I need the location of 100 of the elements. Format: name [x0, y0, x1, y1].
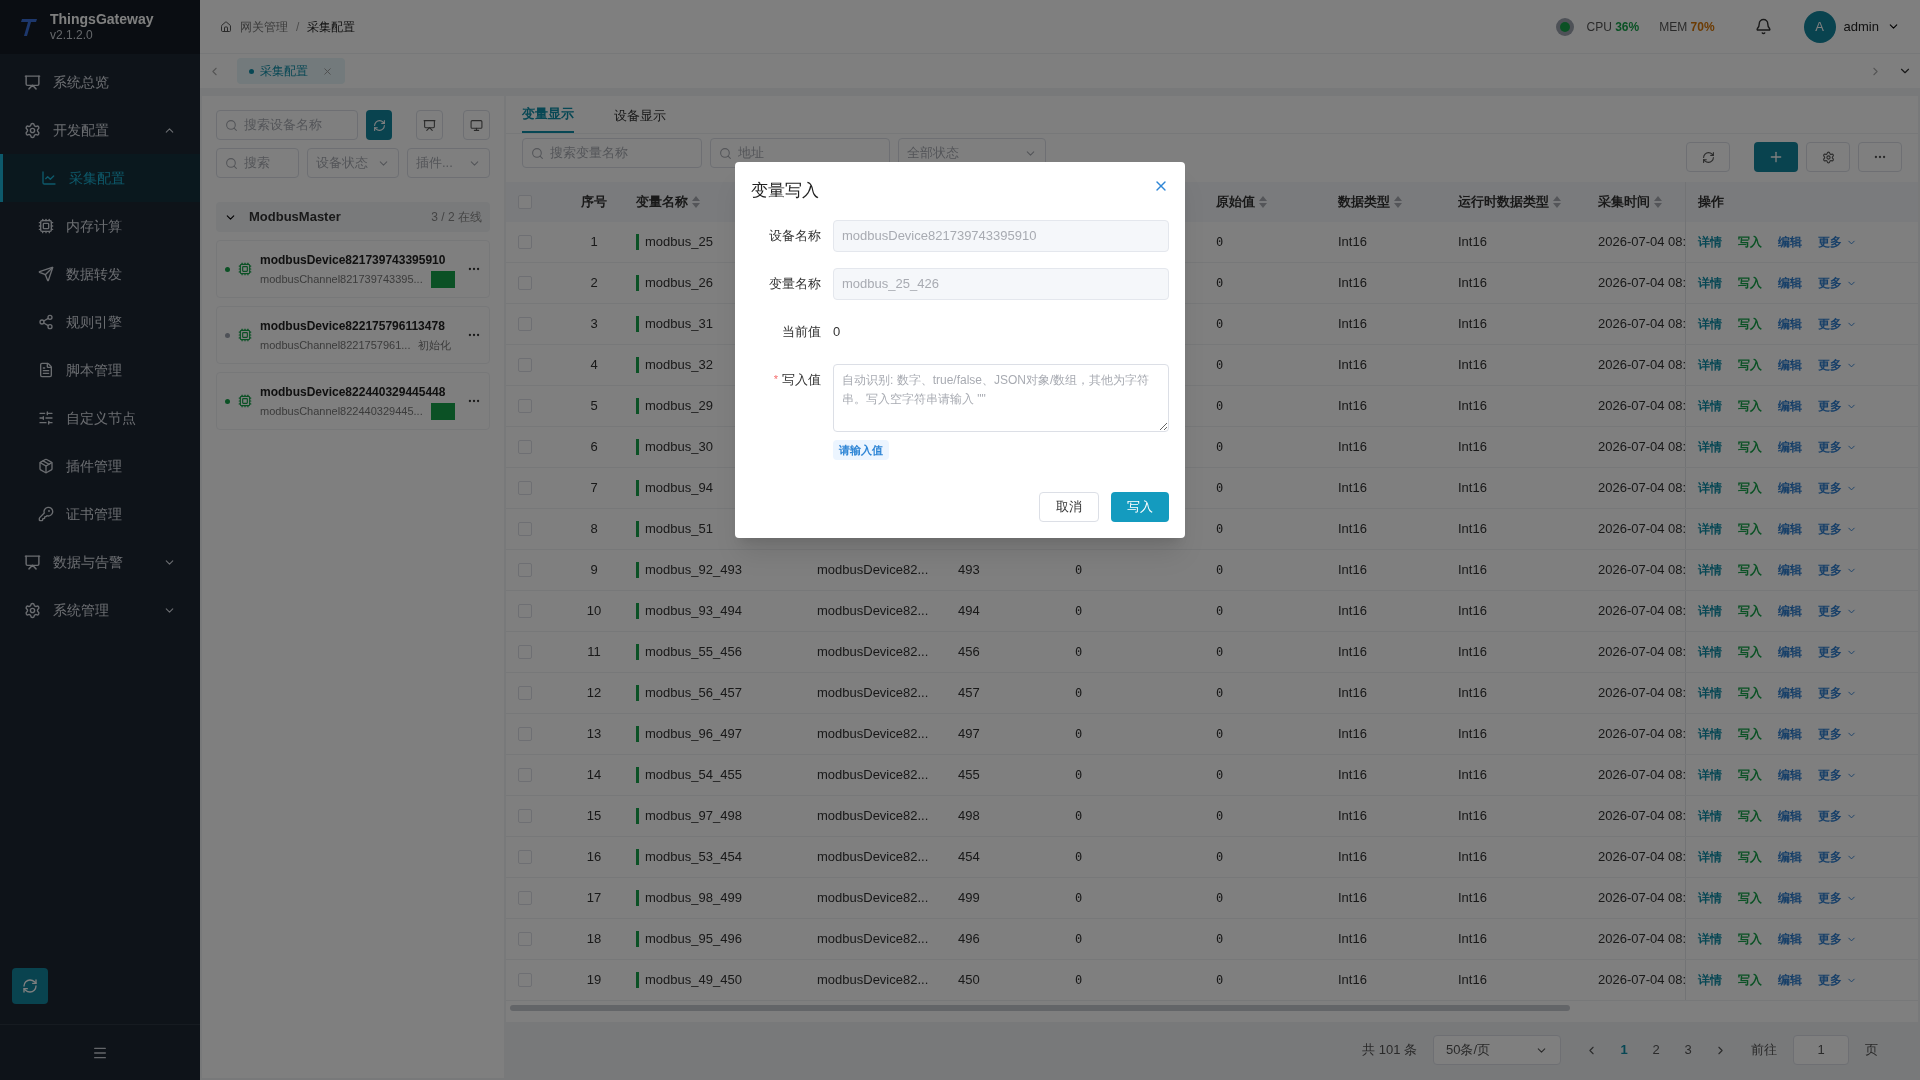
action-link[interactable]: 写入 — [1738, 971, 1762, 989]
sort-icon[interactable] — [1553, 196, 1561, 208]
action-link[interactable]: 详情 — [1698, 889, 1722, 907]
view-tab[interactable]: 设备显示 — [614, 105, 666, 133]
more-button[interactable] — [1858, 142, 1902, 172]
action-link[interactable]: 写入 — [1738, 602, 1762, 620]
page-size-select[interactable]: 50条/页 — [1433, 1035, 1561, 1065]
action-link[interactable]: 编辑 — [1778, 848, 1802, 866]
action-link[interactable]: 编辑 — [1778, 315, 1802, 333]
action-link[interactable]: 更多 — [1818, 766, 1857, 784]
monitor-button[interactable] — [463, 110, 490, 140]
action-link[interactable]: 更多 — [1818, 479, 1857, 497]
action-link[interactable]: 编辑 — [1778, 397, 1802, 415]
action-link[interactable]: 更多 — [1818, 971, 1857, 989]
action-link[interactable]: 详情 — [1698, 930, 1722, 948]
action-link[interactable]: 写入 — [1738, 889, 1762, 907]
menu-item[interactable]: 系统总览 — [0, 58, 200, 106]
action-link[interactable]: 写入 — [1738, 356, 1762, 374]
menu-item[interactable]: 系统管理 — [0, 586, 200, 634]
submenu-item[interactable]: 自定义节点 — [0, 394, 200, 442]
action-link[interactable]: 更多 — [1818, 725, 1857, 743]
action-link[interactable]: 详情 — [1698, 520, 1722, 538]
action-link[interactable]: 更多 — [1818, 233, 1857, 251]
action-link[interactable]: 编辑 — [1778, 725, 1802, 743]
action-link[interactable]: 写入 — [1738, 807, 1762, 825]
cancel-button[interactable]: 取消 — [1039, 492, 1099, 522]
submenu-item[interactable]: 脚本管理 — [0, 346, 200, 394]
action-link[interactable]: 编辑 — [1778, 889, 1802, 907]
action-link[interactable]: 更多 — [1818, 397, 1857, 415]
action-link[interactable]: 详情 — [1698, 684, 1722, 702]
action-link[interactable]: 编辑 — [1778, 602, 1802, 620]
action-link[interactable]: 写入 — [1738, 397, 1762, 415]
action-link[interactable]: 详情 — [1698, 848, 1722, 866]
action-link[interactable]: 编辑 — [1778, 438, 1802, 456]
board-button[interactable] — [416, 110, 444, 140]
action-link[interactable]: 编辑 — [1778, 479, 1802, 497]
action-link[interactable]: 写入 — [1738, 479, 1762, 497]
action-link[interactable]: 写入 — [1738, 233, 1762, 251]
action-link[interactable]: 详情 — [1698, 561, 1722, 579]
refresh-button[interactable] — [365, 110, 393, 140]
page-tab[interactable]: 采集配置 — [237, 58, 345, 84]
action-link[interactable]: 更多 — [1818, 930, 1857, 948]
action-link[interactable]: 编辑 — [1778, 233, 1802, 251]
submenu-item[interactable]: 内存计算 — [0, 202, 200, 250]
action-link[interactable]: 更多 — [1818, 520, 1857, 538]
sort-icon[interactable] — [1259, 196, 1267, 208]
action-link[interactable]: 写入 — [1738, 930, 1762, 948]
settings-button[interactable] — [1806, 142, 1850, 172]
action-link[interactable]: 写入 — [1738, 315, 1762, 333]
submenu-item[interactable]: 数据转发 — [0, 250, 200, 298]
action-link[interactable]: 编辑 — [1778, 807, 1802, 825]
device-card[interactable]: modbusDevice822175796113478 modbusChannel8221757961... 初始化 — [216, 306, 490, 364]
action-link[interactable]: 更多 — [1818, 561, 1857, 579]
action-link[interactable]: 详情 — [1698, 315, 1722, 333]
menu-item[interactable]: 开发配置 — [0, 106, 200, 154]
user-name[interactable]: admin — [1843, 16, 1879, 37]
page-number[interactable]: 2 — [1642, 1040, 1670, 1060]
action-link[interactable]: 更多 — [1818, 602, 1857, 620]
device-card[interactable]: modbusDevice822440329445448 modbusChannel822440329445... — [216, 372, 490, 430]
close-icon[interactable] — [322, 65, 333, 77]
device-card[interactable]: modbusDevice821739743395910 modbusChannel821739743395... — [216, 240, 490, 298]
action-link[interactable]: 更多 — [1818, 684, 1857, 702]
page-number[interactable]: 3 — [1674, 1040, 1702, 1060]
action-link[interactable]: 详情 — [1698, 602, 1722, 620]
action-link[interactable]: 更多 — [1818, 315, 1857, 333]
action-link[interactable]: 详情 — [1698, 479, 1722, 497]
action-link[interactable]: 写入 — [1738, 274, 1762, 292]
action-link[interactable]: 写入 — [1738, 438, 1762, 456]
bell-icon[interactable] — [1754, 18, 1772, 35]
action-link[interactable]: 编辑 — [1778, 520, 1802, 538]
action-link[interactable]: 更多 — [1818, 438, 1857, 456]
breadcrumb-item[interactable]: 采集配置 — [307, 17, 356, 36]
action-link[interactable]: 详情 — [1698, 766, 1722, 784]
submenu-item[interactable]: 采集配置 — [0, 154, 200, 202]
action-link[interactable]: 更多 — [1818, 356, 1857, 374]
action-link[interactable]: 详情 — [1698, 397, 1722, 415]
action-link[interactable]: 更多 — [1818, 807, 1857, 825]
action-link[interactable]: 写入 — [1738, 766, 1762, 784]
action-link[interactable]: 编辑 — [1778, 356, 1802, 374]
action-link[interactable]: 编辑 — [1778, 684, 1802, 702]
add-button[interactable] — [1754, 142, 1798, 172]
action-link[interactable]: 详情 — [1698, 274, 1722, 292]
menu-item[interactable]: 数据与告警 — [0, 538, 200, 586]
goto-page-field[interactable]: 1 — [1793, 1035, 1849, 1065]
avatar[interactable]: A — [1803, 10, 1836, 43]
submit-button[interactable]: 写入 — [1111, 492, 1169, 522]
home-icon[interactable] — [220, 20, 232, 33]
action-link[interactable]: 编辑 — [1778, 766, 1802, 784]
value-textarea[interactable]: 自动识别: 数字、true/false、JSON对象/数组，其他为字符串。写入空字符串请输入 "" — [833, 363, 1169, 432]
action-link[interactable]: 编辑 — [1778, 643, 1802, 661]
sort-icon[interactable] — [692, 196, 700, 208]
action-link[interactable]: 写入 — [1738, 848, 1762, 866]
action-link[interactable]: 详情 — [1698, 356, 1722, 374]
action-link[interactable]: 编辑 — [1778, 274, 1802, 292]
view-tab[interactable]: 变量显示 — [522, 103, 574, 133]
refresh-button[interactable] — [1686, 142, 1730, 172]
action-link[interactable]: 写入 — [1738, 643, 1762, 661]
action-link[interactable]: 更多 — [1818, 889, 1857, 907]
action-link[interactable]: 详情 — [1698, 725, 1722, 743]
submenu-item[interactable]: 规则引擎 — [0, 298, 200, 346]
